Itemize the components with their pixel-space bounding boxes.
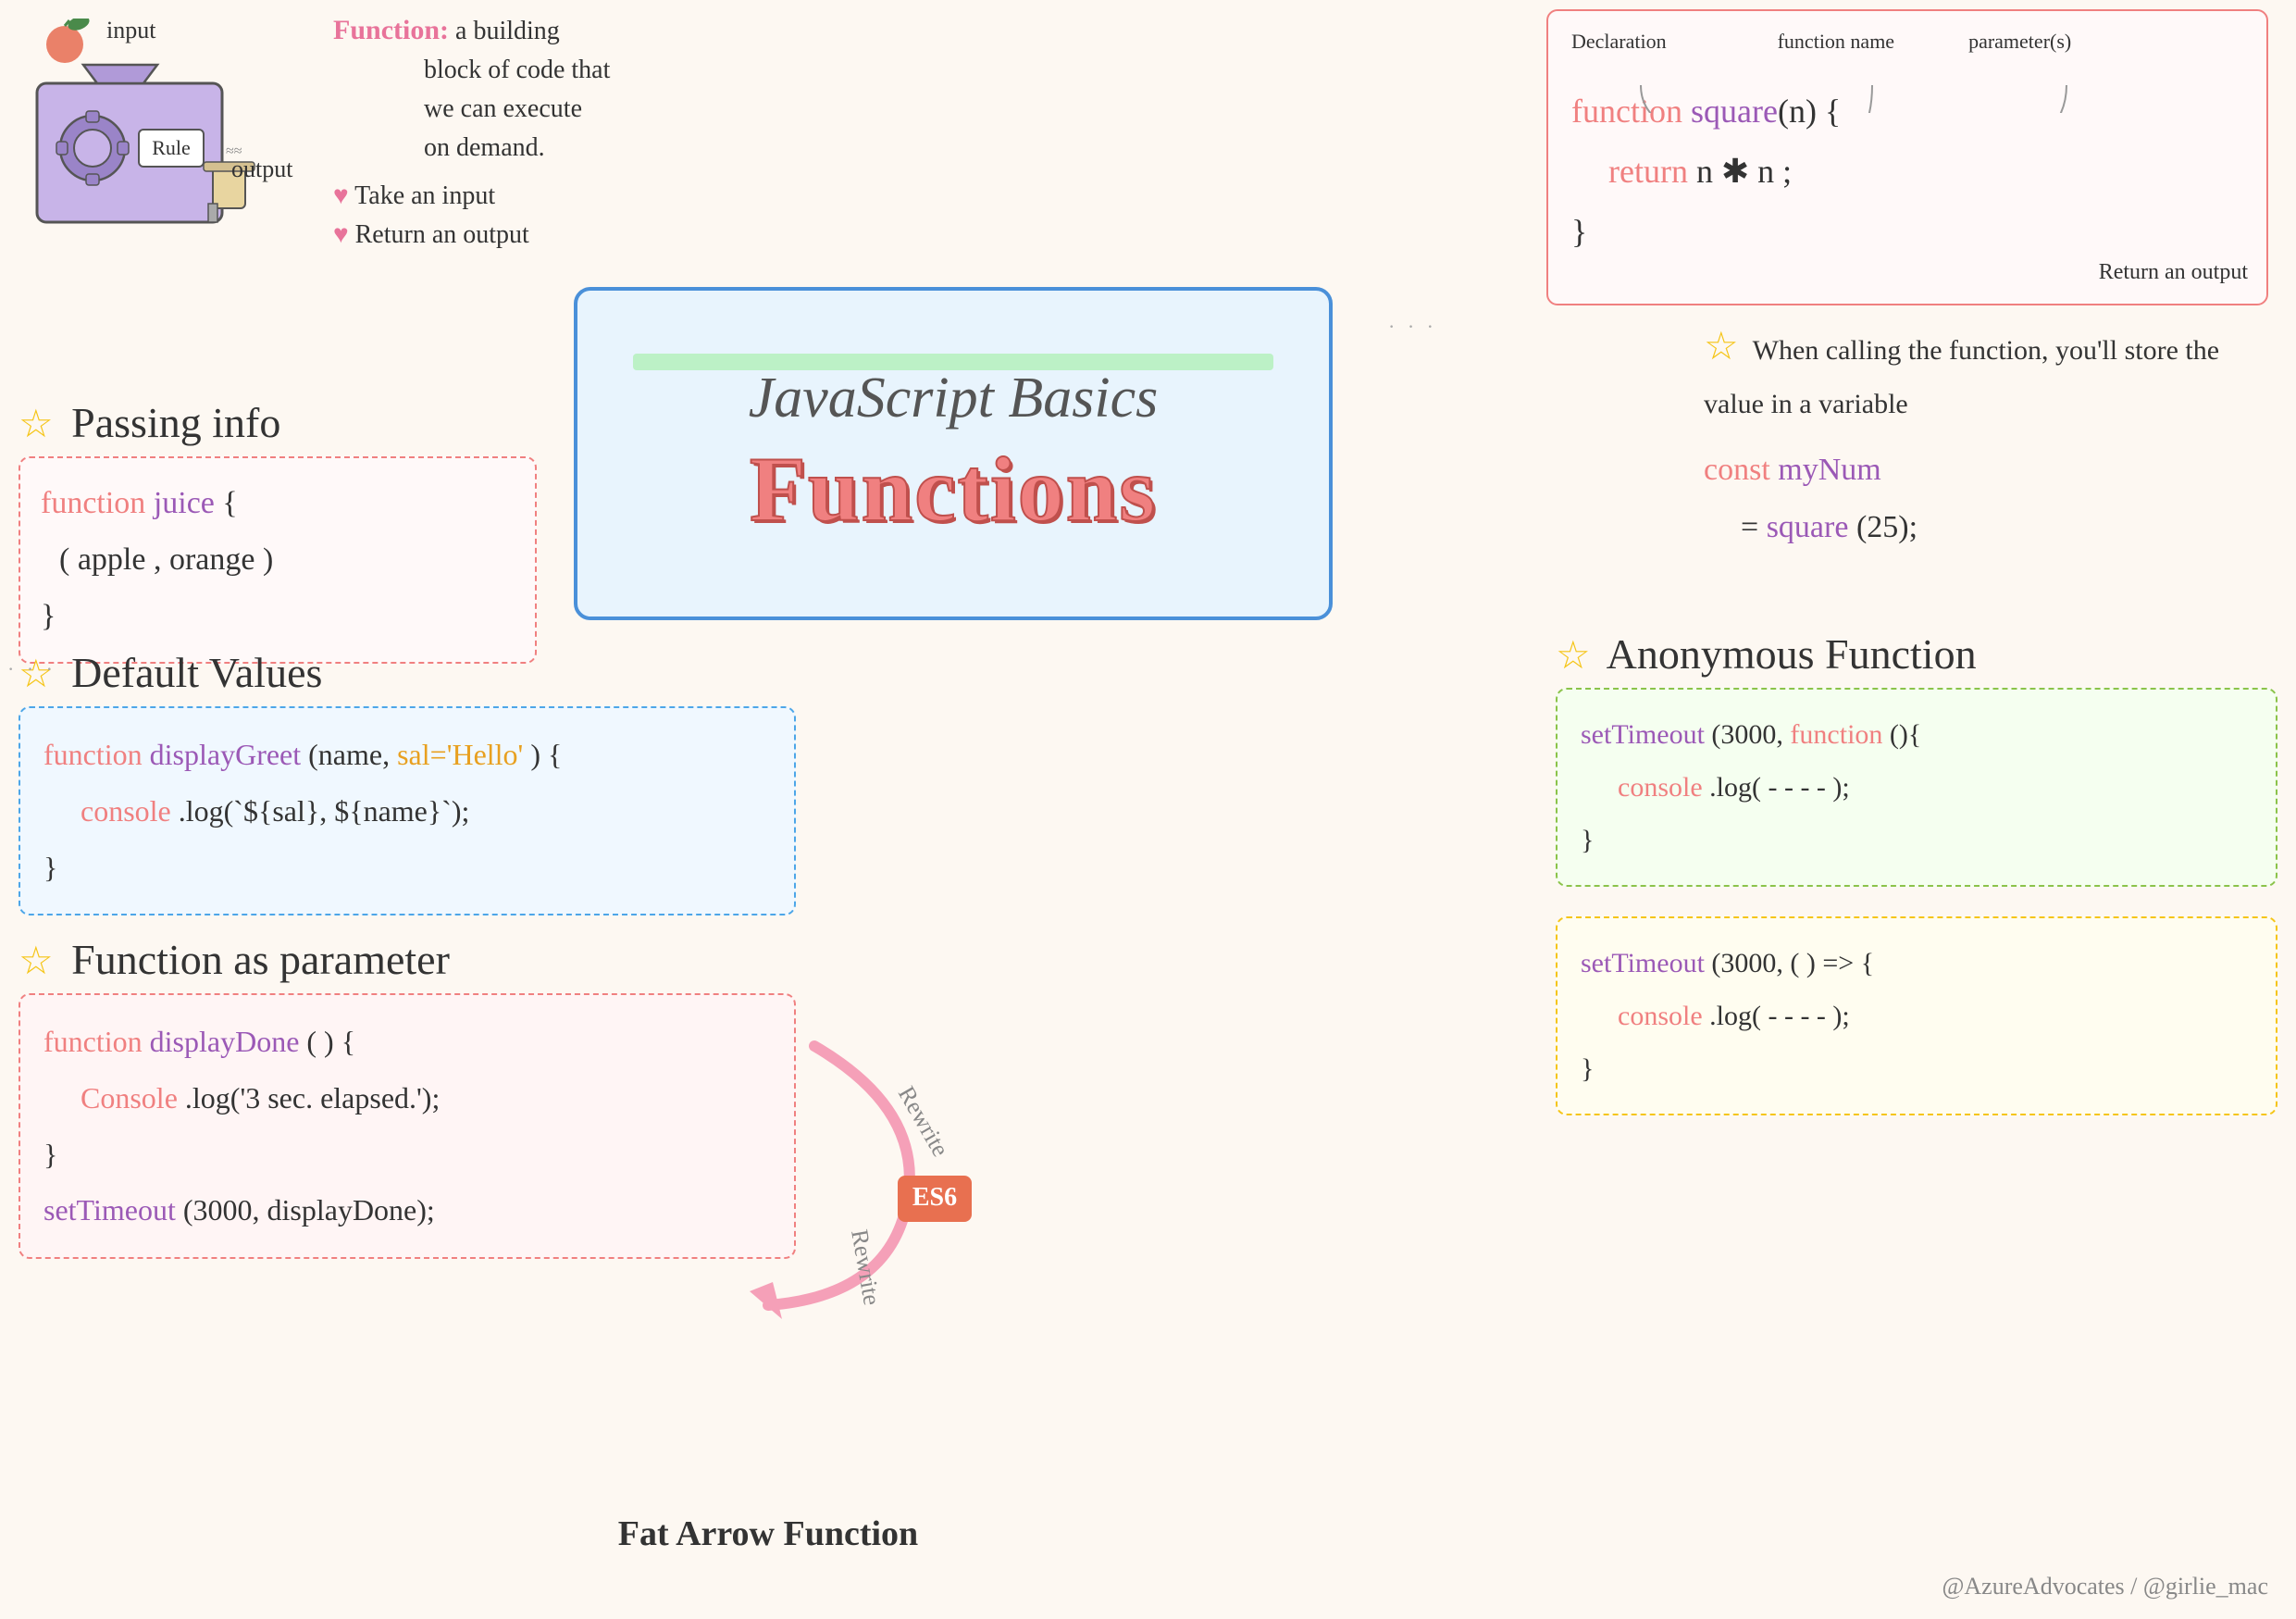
code-function-kw: function (1571, 93, 1682, 130)
when-calling-section: ☆ When calling the function, you'll stor… (1704, 315, 2277, 555)
dv-console-kw: console (81, 794, 171, 828)
fa-args: (3000, ( ) => { (1711, 948, 1874, 978)
code-return-expr: n ✱ n ; (1696, 153, 1792, 190)
pi-brace: { (222, 486, 237, 520)
af-args-start: (3000, (1711, 719, 1790, 750)
fp-console-log: .log('3 sec. elapsed.'); (185, 1081, 440, 1115)
dv-params: (name, (308, 738, 397, 771)
fa-settimeout-kw: setTimeout (1581, 948, 1705, 978)
af-settimeout-kw: setTimeout (1581, 719, 1705, 750)
wc-call-args: (25); (1856, 510, 1917, 544)
fat-arrow-section: setTimeout (3000, ( ) => { console .log(… (1556, 907, 2277, 1115)
wc-const-kw: const (1704, 453, 1770, 487)
dv-brace: ) { (530, 738, 562, 771)
anon-func-code-box: setTimeout (3000, function (){ console .… (1556, 688, 2277, 887)
bullet-text-1: Take an input (354, 181, 495, 210)
rewrite-arrows-svg: Rewrite Rewrite ES6 (629, 1018, 999, 1342)
input-label: input (106, 17, 155, 44)
wc-mynum-var: myNum (1778, 453, 1880, 487)
pi-function-kw: function (41, 486, 145, 520)
bullet-heart-1: ♥ (333, 181, 349, 210)
fat-arrow-label: Fat Arrow Function (611, 1513, 925, 1554)
attribution: @AzureAdvocates / @girlie_mac (1942, 1573, 2268, 1600)
declaration-box: Declaration function name parameter(s) f… (1546, 9, 2268, 305)
af-func-brace: (){ (1890, 719, 1921, 750)
bullet-text-2: Return an output (355, 220, 529, 249)
af-console-kw: console (1618, 772, 1703, 803)
page: Rule ≈≈ input output Function: a buildin… (0, 0, 2296, 1619)
title-js-basics: JavaScript Basics (749, 366, 1159, 431)
pi-juice-name: juice (154, 486, 215, 520)
af-console-log: .log( - - - - ); (1709, 772, 1850, 803)
fa-console-log: .log( - - - - ); (1709, 1001, 1850, 1031)
passing-info-code-box: function juice { ( apple , orange ) } (19, 456, 537, 664)
func-name-label: function name (1778, 30, 1894, 54)
title-box: JavaScript Basics Functions (574, 287, 1333, 620)
dv-displaygreet-name: displayGreet (150, 738, 309, 771)
fp-params: ( ) { (306, 1025, 355, 1058)
function-def-title: Function: (333, 15, 449, 45)
title-functions: Functions (750, 436, 1157, 542)
green-highlight-bar (633, 354, 1273, 370)
function-definition: Function: a building block of code that … (333, 9, 870, 255)
dv-sal-param: sal='Hello' (397, 738, 523, 771)
machine-illustration: Rule ≈≈ (9, 19, 305, 259)
output-label: output (231, 156, 292, 183)
wc-square-call: square (1767, 510, 1849, 544)
svg-text:Rule: Rule (152, 136, 191, 159)
when-calling-star: ☆ (1704, 326, 1739, 368)
dv-function-kw: function (43, 738, 143, 771)
func-param-star: ☆ (19, 940, 54, 983)
fp-close1: } (43, 1138, 57, 1171)
passing-info-star: ☆ (19, 404, 54, 446)
af-close: } (1581, 825, 1594, 855)
func-param-title: Function as parameter (71, 936, 450, 983)
svg-text:Rewrite: Rewrite (846, 1227, 886, 1307)
fat-arrow-code-box: setTimeout (3000, ( ) => { console .log(… (1556, 916, 2277, 1115)
fa-close: } (1581, 1053, 1594, 1084)
fp-console-kw: Console (81, 1081, 178, 1115)
dots-2: · · · (1388, 315, 1437, 339)
default-values-title: Default Values (71, 649, 322, 696)
fp-function-kw: function (43, 1025, 143, 1058)
param-label: parameter(s) (1968, 30, 2071, 54)
anon-func-section: ☆ Anonymous Function setTimeout (3000, f… (1556, 629, 2277, 887)
passing-info-section: ☆ Passing info function juice { ( apple … (19, 398, 537, 664)
default-values-code-box: function displayGreet (name, sal='Hello'… (19, 706, 796, 915)
dots-1: · · · (7, 657, 56, 681)
fp-settimeout-args: (3000, displayDone); (183, 1193, 435, 1227)
fp-displaydone-name: displayDone (150, 1025, 300, 1058)
af-function-kw: function (1790, 719, 1882, 750)
dv-console-log: .log(`${sal}, ${name}`); (179, 794, 470, 828)
rewrite-area: Rewrite Rewrite ES6 (629, 1018, 999, 1342)
fp-settimeout-kw: setTimeout (43, 1193, 176, 1227)
code-close-brace: } (1571, 213, 1587, 250)
code-square-name: square (1691, 93, 1778, 130)
code-params: (n) { (1778, 93, 1841, 130)
dv-close: } (43, 851, 57, 884)
decl-label: Declaration (1571, 30, 1667, 54)
passing-info-title: Passing info (71, 399, 280, 446)
code-return-kw: return (1608, 153, 1688, 190)
pi-params: ( apple , orange ) (59, 542, 273, 577)
fa-console-kw: console (1618, 1001, 1703, 1031)
anon-func-star: ☆ (1556, 635, 1591, 678)
return-output-label: Return an output (2099, 260, 2248, 285)
wc-equals: = (1741, 510, 1767, 544)
anon-func-title: Anonymous Function (1607, 630, 1977, 678)
default-values-section: ☆ Default Values function displayGreet (… (19, 648, 796, 915)
svg-text:ES6: ES6 (912, 1183, 957, 1212)
when-calling-text: When calling the function, you'll store … (1704, 335, 2219, 419)
bullet-heart-2: ♥ (333, 220, 349, 249)
pi-close: } (41, 599, 56, 633)
